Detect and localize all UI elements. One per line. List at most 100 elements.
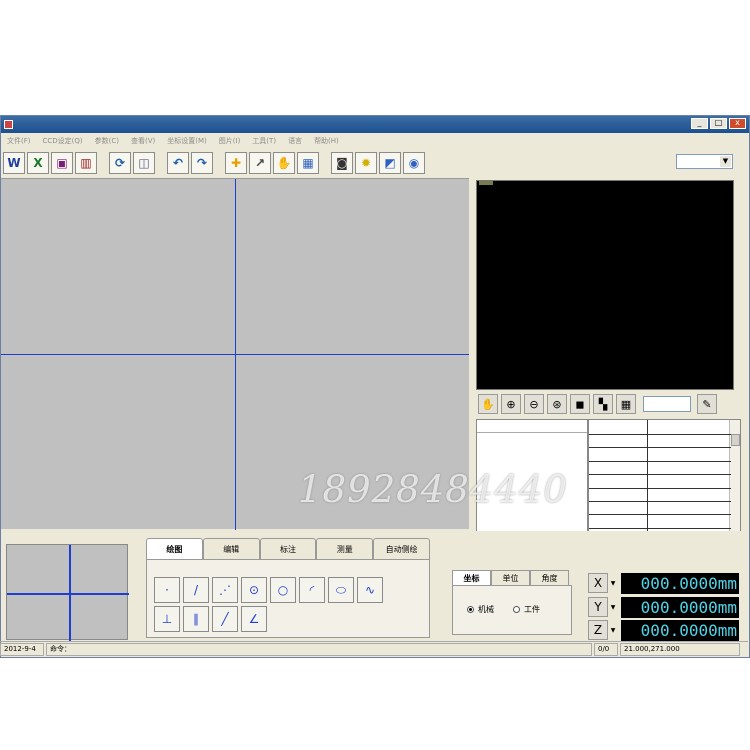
camera-video-view[interactable] <box>476 180 734 390</box>
dro-z-row: Z ▼ 000.0000mm <box>588 619 739 641</box>
crosshair-icon[interactable]: ✚ <box>225 152 247 174</box>
dro-y-row: Y ▼ 000.0000mm <box>588 596 739 618</box>
chevron-down-icon[interactable]: ▼ <box>720 156 731 167</box>
table-row-line <box>589 501 731 502</box>
menu-item[interactable]: 查看(V) <box>125 136 161 146</box>
hand-pan-icon[interactable]: ✋ <box>273 152 295 174</box>
dro-x-display: 000.0000mm <box>621 572 739 594</box>
chevron-down-icon[interactable]: ▼ <box>608 597 618 617</box>
circle-center-tool-icon[interactable]: ⊙ <box>241 577 267 603</box>
tab-1[interactable]: 绘图 <box>146 538 203 560</box>
redo-icon[interactable]: ↷ <box>191 152 213 174</box>
light-bulb-icon[interactable]: ✹ <box>355 152 377 174</box>
chevron-down-icon[interactable]: ▼ <box>608 620 618 640</box>
canvas-horizontal-axis <box>1 354 469 355</box>
refresh-icon[interactable]: ⟳ <box>109 152 131 174</box>
tab-5[interactable]: 自动侧绘 <box>373 538 430 560</box>
circle-tool-icon[interactable]: ○ <box>270 577 296 603</box>
menu-item[interactable]: 文件(F) <box>1 136 37 146</box>
radio-machine[interactable]: 机械 <box>467 604 494 615</box>
radio-work[interactable]: 工件 <box>513 604 540 615</box>
table-row-line <box>589 434 731 435</box>
excel-export-icon[interactable]: X <box>27 152 49 174</box>
measurement-list-header <box>477 420 587 433</box>
color-grid-icon[interactable]: ▚ <box>593 394 613 414</box>
camera-toolbar: ✋ ⊕ ⊖ ⊛ ◼ ▚ ▦ ✎ <box>478 392 736 416</box>
status-coords: 21.000,271.000 <box>620 642 740 656</box>
capture-icon[interactable]: ◼ <box>570 394 590 414</box>
menu-item[interactable]: 图片(I) <box>213 136 247 146</box>
menu-item[interactable]: 参数(C) <box>89 136 125 146</box>
axis-x-button[interactable]: X <box>588 573 608 593</box>
coord-tab-2[interactable]: 单位 <box>491 570 530 585</box>
overview-map[interactable] <box>6 544 129 641</box>
status-date: 2012-9-4 <box>0 642 44 656</box>
view-combo[interactable]: ▼ <box>676 154 733 169</box>
table-row-line <box>589 487 731 489</box>
hand-icon[interactable]: ✋ <box>478 394 498 414</box>
status-bar: 2012-9-4 命令： 0/0 21.000,271.000 <box>0 641 748 656</box>
axis-z-button[interactable]: Z <box>588 620 608 640</box>
main-toolbar: W X ▣ ▥ ⟳ ◫ ↶ ↷ ✚ ↗ ✋ ▦ ◙ ✹ ◩ ◉ ▼ <box>1 149 749 177</box>
parallel-lines-tool-icon[interactable]: ∥ <box>183 606 209 632</box>
status-command: 命令： <box>46 642 592 656</box>
curve-tool-icon[interactable]: ∿ <box>357 577 383 603</box>
scrollbar-thumb[interactable] <box>731 434 740 446</box>
angle-tool-icon[interactable]: ∠ <box>241 606 267 632</box>
undo-icon[interactable]: ↶ <box>167 152 189 174</box>
statistics-chart-icon[interactable]: ▥ <box>75 152 97 174</box>
save-file-icon[interactable]: ▣ <box>51 152 73 174</box>
minimize-button[interactable]: _ <box>691 118 708 129</box>
menu-item[interactable]: CCD设定(Q) <box>37 136 89 146</box>
menu-item[interactable]: 工具(T) <box>246 136 282 146</box>
slant-line-tool-icon[interactable]: ╱ <box>212 606 238 632</box>
zoom-fit-icon[interactable]: ⊛ <box>547 394 567 414</box>
menu-item[interactable]: 语言 <box>282 136 308 146</box>
table-row-line <box>589 460 731 462</box>
axis-y-button[interactable]: Y <box>588 597 608 617</box>
table-row-line <box>589 447 731 449</box>
menu-item[interactable]: 帮助(H) <box>308 136 345 146</box>
grid-icon[interactable]: ▦ <box>297 152 319 174</box>
table-row-line <box>589 527 731 529</box>
line-tool-icon[interactable]: / <box>183 577 209 603</box>
menu-item[interactable]: 坐标设置(M) <box>161 136 213 146</box>
coord-tab-3[interactable]: 角度 <box>530 570 569 585</box>
grid-overlay-icon[interactable]: ▦ <box>616 394 636 414</box>
app-icon <box>4 120 13 129</box>
maximize-button[interactable]: □ <box>710 118 727 129</box>
status-count: 0/0 <box>594 642 618 656</box>
image-icon[interactable]: ◫ <box>133 152 155 174</box>
chevron-down-icon[interactable]: ▼ <box>608 573 618 593</box>
pick-tool-icon[interactable]: ↗ <box>249 152 271 174</box>
draw-tools: · / ⋰ ⊙ ○ ◜ ⬭ ∿ ⊥ ∥ ╱ ∠ <box>154 577 414 635</box>
tab-4[interactable]: 测量 <box>316 538 374 560</box>
tab-3[interactable]: 标注 <box>259 538 317 560</box>
coordinate-panel: 坐标 单位 角度 机械 工件 <box>452 570 572 638</box>
tool-tabs-panel: 绘图 编辑 标注 测量 自动侧绘 · / ⋰ ⊙ ○ ◜ ⬭ ∿ ⊥ ∥ ╱ ∠ <box>146 538 430 638</box>
disc-settings-icon[interactable]: ◉ <box>403 152 425 174</box>
dotted-line-tool-icon[interactable]: ⋰ <box>212 577 238 603</box>
zoom-out-icon[interactable]: ⊖ <box>524 394 544 414</box>
zoom-in-icon[interactable]: ⊕ <box>501 394 521 414</box>
coord-tab-1[interactable]: 坐标 <box>452 570 491 585</box>
word-export-icon[interactable]: W <box>3 152 25 174</box>
watermark-text: 18928484440 <box>298 468 568 511</box>
picture-frame-icon[interactable]: ◩ <box>379 152 401 174</box>
ellipse-tool-icon[interactable]: ⬭ <box>328 577 354 603</box>
close-button[interactable]: x <box>729 118 746 129</box>
window-controls: _ □ x <box>691 118 746 129</box>
coordinate-tabs: 坐标 单位 角度 <box>452 570 572 585</box>
perpendicular-tool-icon[interactable]: ⊥ <box>154 606 180 632</box>
point-tool-icon[interactable]: · <box>154 577 180 603</box>
tool-tab-body: · / ⋰ ⊙ ○ ◜ ⬭ ∿ ⊥ ∥ ╱ ∠ <box>146 559 430 638</box>
camera-icon[interactable]: ◙ <box>331 152 353 174</box>
dro-y-display: 000.0000mm <box>621 596 739 618</box>
dro-z-display: 000.0000mm <box>621 619 739 641</box>
arc-tool-icon[interactable]: ◜ <box>299 577 325 603</box>
camera-value-field[interactable] <box>643 396 691 412</box>
tab-2[interactable]: 编辑 <box>202 538 260 560</box>
radio-machine-dot[interactable] <box>467 606 474 613</box>
radio-work-dot[interactable] <box>513 606 520 613</box>
calibrate-icon[interactable]: ✎ <box>697 394 717 414</box>
